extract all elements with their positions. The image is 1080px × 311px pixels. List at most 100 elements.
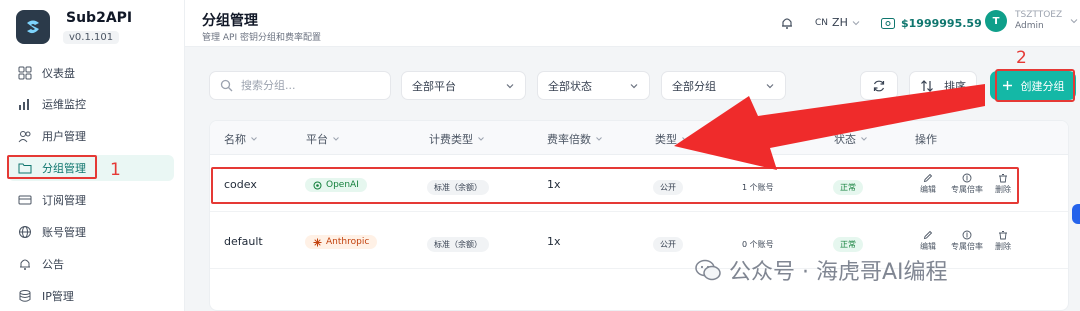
group-name: codex	[224, 178, 257, 191]
plus-icon	[1002, 81, 1012, 90]
rate-value: 1x	[547, 178, 561, 191]
coin-icon	[962, 173, 972, 183]
sidebar-item-label: 账号管理	[42, 226, 86, 239]
sidebar-item-label: 分组管理	[42, 162, 86, 175]
page-title: 分组管理	[202, 13, 258, 29]
search-input[interactable]	[241, 79, 371, 92]
column-header-accounts[interactable]: 账号数	[742, 131, 775, 147]
delete-button[interactable]: 删除	[988, 173, 1018, 195]
status-filter[interactable]: 全部状态	[537, 71, 650, 100]
status-badge: 正常	[833, 180, 863, 195]
chevron-down-icon	[682, 137, 688, 141]
platform-filter-value: 全部平台	[412, 79, 456, 93]
anthropic-icon	[313, 238, 322, 246]
account-count: 1 个账号	[742, 183, 774, 192]
bell-icon	[20, 259, 30, 270]
app-name: Sub2API	[66, 10, 133, 26]
trash-icon	[999, 174, 1007, 183]
balance-amount: $1999995.59	[901, 17, 982, 30]
app-logo-icon	[16, 10, 50, 44]
create-group-label: 创建分组	[1020, 79, 1065, 93]
language-switcher[interactable]: CN ZH	[815, 16, 860, 29]
table-header: 名称 平台 计费类型 费率倍数 类型 账号数 状态 操作	[210, 121, 1068, 155]
platform-badge: Anthropic	[305, 235, 378, 249]
edit-button[interactable]: 编辑	[913, 230, 943, 252]
wallet-icon	[881, 18, 895, 29]
sidebar-item-users[interactable]: 用户管理	[8, 123, 174, 149]
pencil-icon	[923, 173, 933, 183]
bar-chart-icon	[19, 99, 29, 110]
dashboard-icon	[18, 66, 32, 80]
edit-button[interactable]: 编辑	[913, 173, 943, 195]
billing-chip: 标准（余额）	[427, 180, 489, 195]
brand[interactable]: Sub2API v0.1.101	[14, 8, 174, 48]
language-label: ZH	[832, 16, 848, 29]
sidebar-item-label: 公告	[42, 258, 64, 271]
group-filter[interactable]: 全部分组	[661, 71, 786, 100]
column-header-type[interactable]: 类型	[655, 131, 689, 147]
sidebar-item-label: 用户管理	[42, 130, 86, 143]
chevron-down-icon	[861, 137, 867, 141]
chevron-down-icon	[596, 137, 602, 141]
folder-icon	[18, 163, 32, 174]
refresh-button[interactable]	[860, 71, 898, 100]
database-icon	[19, 290, 31, 302]
watermark-text: 公众号 · 海虎哥AI编程	[729, 260, 948, 285]
language-code: CN	[815, 17, 829, 28]
chevron-down-icon	[630, 83, 638, 88]
sidebar-item-monitoring[interactable]: 运维监控	[8, 91, 174, 117]
refresh-icon	[873, 80, 885, 91]
column-header-rate[interactable]: 费率倍数	[547, 131, 603, 147]
column-header-name[interactable]: 名称	[224, 131, 258, 147]
sidebar-item-announcements[interactable]: 公告	[8, 251, 174, 277]
chevron-down-icon	[333, 137, 339, 141]
sidebar: Sub2API v0.1.101 仪表盘 运维监控 用户管理 分组管理 订阅管理…	[0, 0, 185, 311]
sidebar-item-subscriptions[interactable]: 订阅管理	[8, 187, 174, 213]
sidebar-item-dashboard[interactable]: 仪表盘	[8, 60, 174, 86]
group-name: default	[224, 235, 263, 248]
column-header-billing[interactable]: 计费类型	[429, 131, 485, 147]
sort-button[interactable]: 排序	[909, 71, 977, 100]
platform-badge: OpenAI	[305, 178, 367, 192]
account-count: 0 个账号	[742, 240, 774, 249]
type-chip: 公开	[653, 180, 683, 195]
card-icon	[18, 195, 32, 205]
custom-rate-button[interactable]: 专属倍率	[947, 230, 987, 252]
chevron-down-icon	[852, 20, 860, 25]
chevron-down-icon	[766, 83, 774, 88]
create-group-button[interactable]: 创建分组	[990, 71, 1076, 100]
annotation-number-2: 2	[1016, 48, 1027, 68]
column-header-platform[interactable]: 平台	[306, 131, 340, 147]
user-menu[interactable]: T TSZTTOEZ Admin	[985, 10, 1078, 32]
sidebar-item-label: IP管理	[42, 290, 74, 303]
sort-icon	[921, 79, 933, 92]
rate-value: 1x	[547, 235, 561, 248]
sidebar-item-groups[interactable]: 分组管理	[8, 155, 174, 181]
sidebar-item-accounts[interactable]: 账号管理	[8, 219, 174, 245]
floating-scroll-handle[interactable]	[1072, 204, 1080, 224]
top-header: 分组管理 管理 API 密钥分组和费率配置 CN ZH $1999995.59 …	[185, 0, 1080, 47]
sidebar-item-ip[interactable]: IP管理	[8, 283, 174, 309]
chevron-down-icon	[251, 137, 257, 141]
watermark: 公众号 · 海虎哥AI编程	[695, 254, 948, 286]
sidebar-item-label: 仪表盘	[42, 67, 75, 80]
status-filter-value: 全部状态	[548, 79, 592, 93]
custom-rate-button[interactable]: 专属倍率	[947, 173, 987, 195]
chevron-down-icon	[506, 83, 514, 88]
group-filter-value: 全部分组	[672, 79, 716, 93]
column-header-actions: 操作	[915, 133, 937, 146]
search-box[interactable]	[209, 71, 391, 100]
page-subtitle: 管理 API 密钥分组和费率配置	[202, 33, 321, 43]
platform-filter[interactable]: 全部平台	[401, 71, 526, 100]
billing-chip: 标准（余额）	[427, 237, 489, 252]
notification-bell-icon[interactable]	[780, 16, 794, 30]
column-header-status[interactable]: 状态	[834, 131, 868, 147]
search-icon	[220, 79, 233, 92]
table-row: codex OpenAI 标准（余额） 1x 公开 1 个账号 正常 编辑 专属…	[210, 156, 1068, 212]
balance-display[interactable]: $1999995.59	[875, 13, 988, 34]
globe-icon	[19, 226, 31, 238]
pencil-icon	[923, 230, 933, 240]
delete-button[interactable]: 删除	[988, 230, 1018, 252]
app-version: v0.1.101	[63, 31, 120, 44]
sort-label: 排序	[944, 79, 966, 93]
